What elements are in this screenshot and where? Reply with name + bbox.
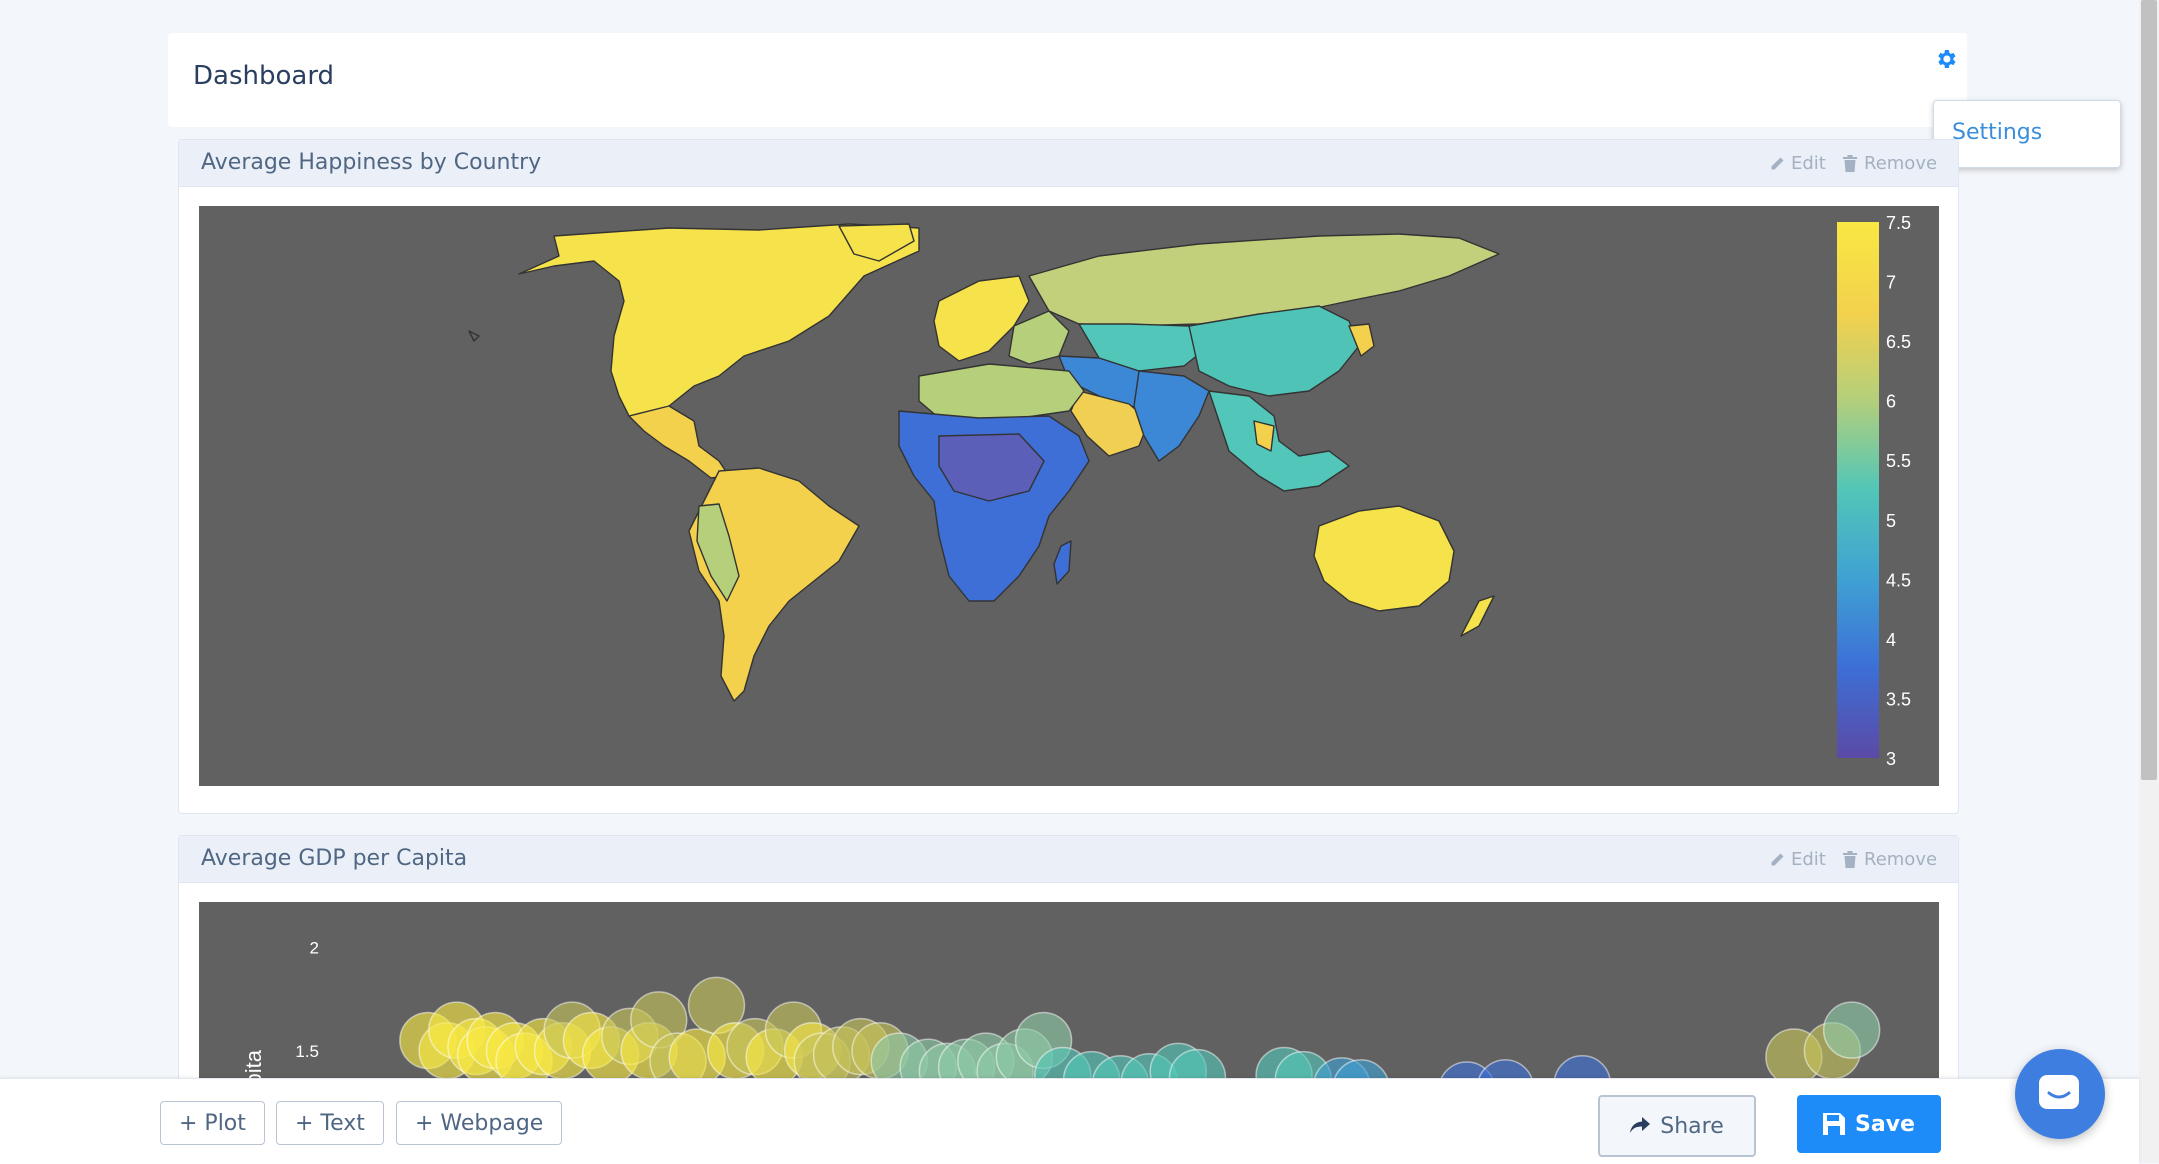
chat-icon: [2039, 1075, 2079, 1109]
region-alaska-islands: [468, 330, 480, 342]
dashboard-header: Dashboard Settings: [168, 33, 2121, 168]
save-button[interactable]: Save: [1797, 1095, 1941, 1153]
remove-button[interactable]: Remove: [1842, 849, 1937, 870]
world-choropleth[interactable]: 7.5 7 6.5 6 5.5 5 4.5 4 3.5 3: [199, 206, 1939, 786]
add-plot-button[interactable]: + Plot: [160, 1101, 265, 1145]
page-scrollbar-thumb[interactable]: [2141, 0, 2157, 780]
y-tick-label: 1.5: [295, 1042, 319, 1061]
share-icon: [1630, 1117, 1651, 1133]
region-new-zealand: [1460, 595, 1495, 637]
region-south-asia: [1133, 370, 1210, 462]
scatter-point: [1822, 1001, 1881, 1059]
settings-dropdown: Settings: [1933, 100, 2121, 168]
region-central-africa: [938, 433, 1045, 502]
remove-label: Remove: [1864, 153, 1938, 174]
scatter-plot[interactable]: Per Capita 2 1.5: [199, 902, 1939, 1154]
map-plot[interactable]: 7.5 7 6.5 6 5.5 5 4.5 4 3.5 3: [199, 206, 1939, 786]
y-tick-label: 2: [310, 939, 319, 958]
panel-title: Average Happiness by Country: [201, 150, 542, 175]
trash-icon: [1843, 851, 1857, 868]
region-russia: [1028, 233, 1500, 327]
share-button[interactable]: Share: [1598, 1095, 1756, 1157]
colorbar-tick-label: 7: [1886, 273, 1896, 293]
colorbar-tick-label: 4: [1886, 630, 1896, 650]
region-mexico-central-america: [628, 405, 730, 479]
colorbar-tick-label: 5.5: [1886, 451, 1911, 471]
colorbar-tick-label: 6.5: [1886, 332, 1911, 352]
gdp-scatter[interactable]: Per Capita 21.5: [199, 902, 1939, 1154]
pencil-icon: [1771, 853, 1784, 865]
floppy-icon: [1823, 1113, 1846, 1135]
region-south-america: [688, 467, 860, 702]
colorbar-tick-label: 4.5: [1886, 570, 1911, 590]
bottom-toolbar: + Plot + Text + Webpage Share Save: [0, 1078, 2139, 1164]
pencil-icon: [1771, 157, 1784, 169]
page-title: Dashboard: [193, 61, 335, 91]
colorbar-tick-label: 3: [1886, 749, 1896, 769]
region-north-africa: [918, 363, 1085, 422]
colorbar: [1837, 222, 1879, 758]
panel-header: Average Happiness by Country Edit Remove: [179, 140, 1958, 187]
colorbar-tick-label: 7.5: [1886, 213, 1911, 233]
remove-label: Remove: [1864, 849, 1938, 870]
gear-icon[interactable]: [1934, 47, 1958, 71]
colorbar-tick-label: 5: [1886, 511, 1896, 531]
edit-button[interactable]: Edit: [1769, 153, 1826, 174]
add-webpage-button[interactable]: + Webpage: [396, 1101, 563, 1145]
gdp-panel: Average GDP per Capita Edit Remove Per C…: [178, 835, 1959, 1154]
remove-button[interactable]: Remove: [1842, 153, 1937, 174]
edit-label: Edit: [1791, 153, 1826, 174]
region-australia: [1313, 505, 1455, 612]
share-label: Share: [1660, 1113, 1724, 1139]
add-text-button[interactable]: + Text: [276, 1101, 384, 1145]
page-scrollbar[interactable]: [2139, 0, 2159, 1163]
region-southeast-asia: [1208, 390, 1350, 492]
edit-label: Edit: [1791, 849, 1826, 870]
trash-icon: [1843, 155, 1857, 172]
panel-title: Average GDP per Capita: [201, 846, 468, 871]
colorbar-tick-label: 6: [1886, 392, 1896, 412]
edit-button[interactable]: Edit: [1769, 849, 1826, 870]
colorbar-tick-label: 3.5: [1886, 689, 1911, 709]
happiness-panel: Average Happiness by Country Edit Remove: [178, 139, 1959, 814]
panel-header: Average GDP per Capita Edit Remove: [179, 836, 1958, 883]
chat-launcher-button[interactable]: [2015, 1049, 2105, 1139]
settings-menu-item[interactable]: Settings: [1952, 120, 2042, 145]
region-madagascar: [1053, 540, 1072, 585]
save-label: Save: [1855, 1111, 1915, 1137]
